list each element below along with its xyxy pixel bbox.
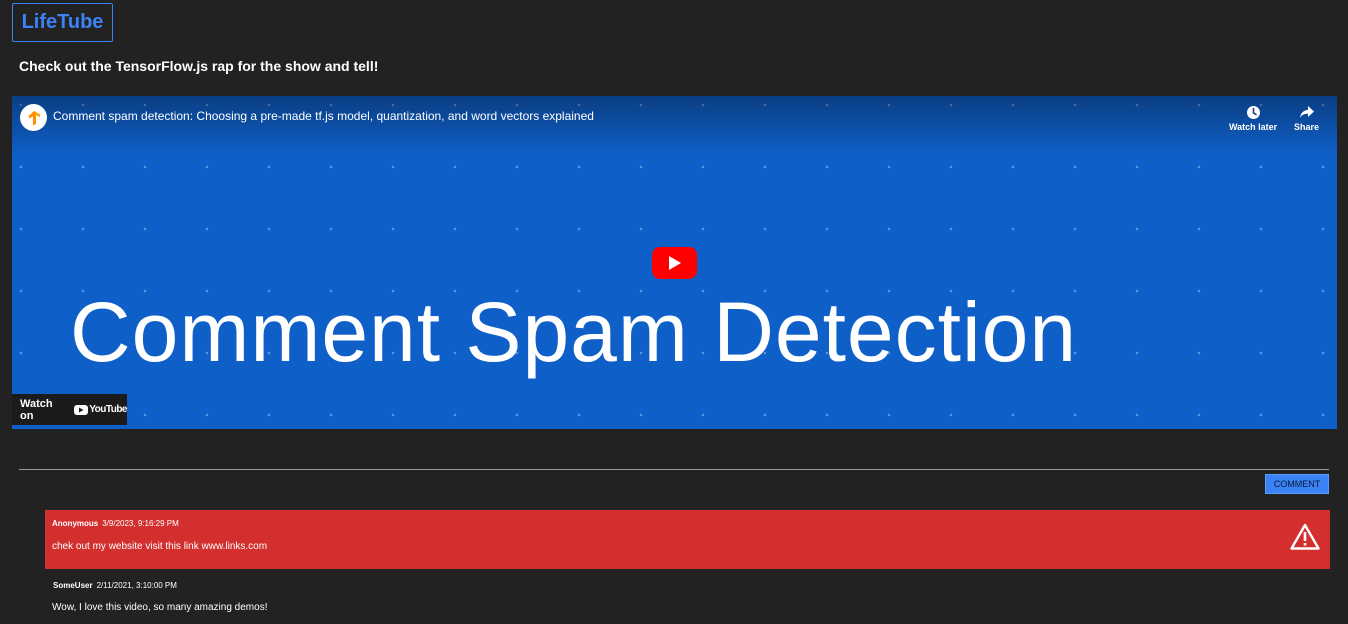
comments-divider [19, 469, 1329, 470]
comment-text: chek out my website visit this link www.… [52, 541, 268, 552]
comment-text: Wow, I love this video, so many amazing … [52, 602, 268, 613]
warning-icon [1290, 523, 1320, 555]
watch-on-label: Watch on [20, 397, 53, 422]
comment-date: 2/11/2021, 3:10:00 PM [96, 581, 177, 590]
comment-item-spam: Anonymous 3/9/2023, 9:16:29 PM chek out m… [45, 510, 1330, 569]
comment-date: 3/9/2023, 9:16:29 PM [102, 519, 179, 528]
video-player[interactable]: Comment spam detection: Choosing a pre-m… [12, 96, 1337, 429]
comment-author: Anonymous [52, 519, 99, 528]
play-icon [668, 256, 681, 270]
watch-on-youtube-button[interactable]: Watch on YouTube [12, 394, 127, 425]
share-label: Share [1294, 122, 1320, 132]
watch-later-button[interactable]: Watch later [1229, 104, 1277, 132]
share-arrow-icon [1299, 104, 1315, 120]
video-thumbnail-title: Comment Spam Detection [70, 285, 1078, 379]
youtube-logo-icon: YouTube [74, 404, 127, 415]
video-title[interactable]: Comment spam detection: Choosing a pre-m… [53, 109, 594, 123]
watch-later-label: Watch later [1229, 122, 1278, 132]
clock-icon [1246, 104, 1261, 120]
lifetube-logo[interactable]: LifeTube [12, 3, 113, 42]
page-title: Check out the TensorFlow.js rap for the … [19, 58, 379, 74]
video-top-bar [12, 96, 1337, 156]
tensorflow-logo-icon[interactable] [20, 104, 47, 131]
share-button[interactable]: Share [1294, 104, 1319, 132]
comment-item: SomeUser 2/11/2021, 3:10:00 PM Wow, I lov… [45, 575, 1330, 620]
comment-meta: Anonymous 3/9/2023, 9:16:29 PM [52, 519, 179, 528]
play-button[interactable] [652, 247, 697, 279]
comment-author: SomeUser [53, 581, 93, 590]
youtube-label: YouTube [89, 404, 127, 415]
comment-button[interactable]: COMMENT [1265, 474, 1329, 494]
comment-meta: SomeUser 2/11/2021, 3:10:00 PM [53, 581, 177, 590]
